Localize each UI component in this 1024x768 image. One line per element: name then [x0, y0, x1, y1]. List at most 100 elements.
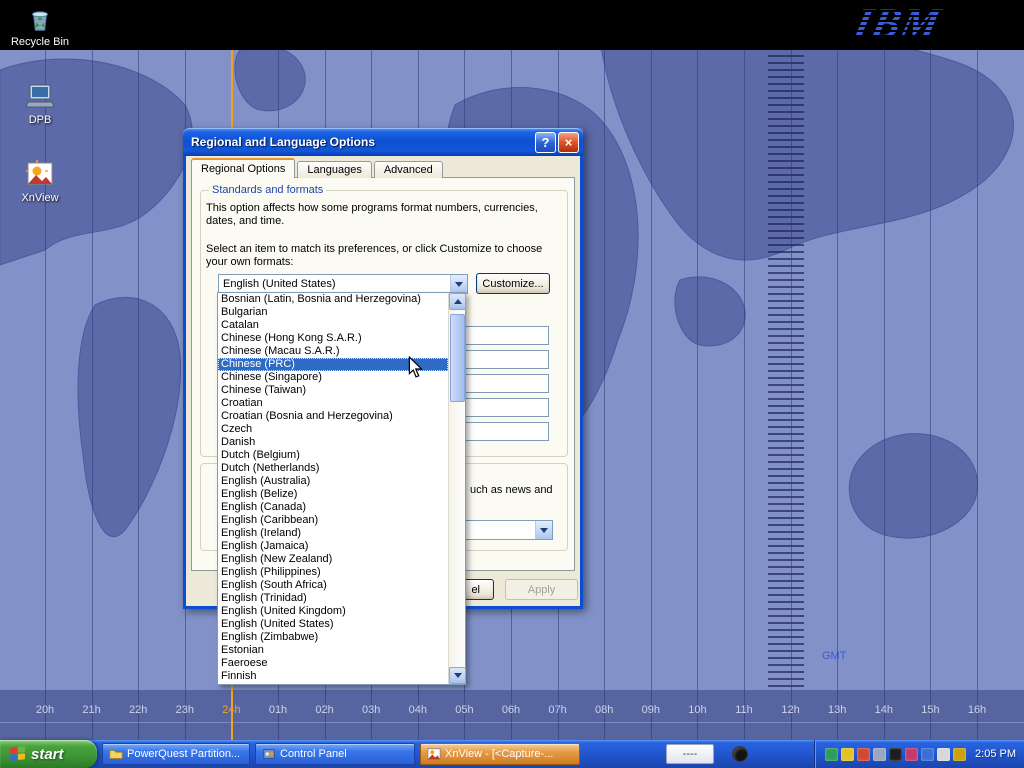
- language-option[interactable]: Dutch (Belgium): [218, 449, 448, 462]
- customize-button[interactable]: Customize...: [476, 273, 550, 294]
- ibm-logo-stripes: [824, 2, 964, 48]
- taskbar-clock[interactable]: 2:05 PM: [969, 748, 1016, 760]
- hour-label: 07h: [548, 704, 566, 716]
- language-option[interactable]: Estonian: [218, 644, 448, 657]
- hour-label: 15h: [921, 704, 939, 716]
- windows-logo-icon: [10, 746, 26, 762]
- scroll-down-button[interactable]: [449, 667, 466, 684]
- language-option[interactable]: Chinese (Hong Kong S.A.R.): [218, 332, 448, 345]
- language-option[interactable]: English (Trinidad): [218, 592, 448, 605]
- hour-label: 14h: [875, 704, 893, 716]
- language-option[interactable]: English (Zimbabwe): [218, 631, 448, 644]
- tray-icon[interactable]: [841, 748, 854, 761]
- timezone-line: [604, 50, 605, 740]
- hour-label: 02h: [315, 704, 333, 716]
- tray-icon[interactable]: [825, 748, 838, 761]
- tab-languages[interactable]: Languages: [297, 161, 371, 178]
- taskbar-separator-chip[interactable]: ----: [666, 744, 714, 764]
- language-option[interactable]: English (Ireland): [218, 527, 448, 540]
- timezone-line: [884, 50, 885, 740]
- list-scrollbar[interactable]: [448, 293, 465, 684]
- timezone-line: [651, 50, 652, 740]
- timezone-line: [930, 50, 931, 740]
- xnview-icon: [427, 747, 441, 761]
- language-option[interactable]: Bosnian (Latin, Bosnia and Herzegovina): [218, 293, 448, 306]
- language-option[interactable]: English (United Kingdom): [218, 605, 448, 618]
- xnview-icon: [24, 158, 56, 190]
- language-option[interactable]: Danish: [218, 436, 448, 449]
- tray-icon[interactable]: [889, 748, 902, 761]
- tab-regional-options[interactable]: Regional Options: [191, 158, 295, 178]
- hour-label: 13h: [828, 704, 846, 716]
- language-option[interactable]: Finnish: [218, 670, 448, 683]
- dialog-title: Regional and Language Options: [191, 135, 533, 149]
- timezone-line: [744, 50, 745, 740]
- language-option[interactable]: English (Australia): [218, 475, 448, 488]
- language-option[interactable]: English (United States): [218, 618, 448, 631]
- language-option[interactable]: Croatian: [218, 397, 448, 410]
- chevron-down-icon: [455, 282, 463, 287]
- language-option[interactable]: Dutch (Netherlands): [218, 462, 448, 475]
- taskbar-task-powerquest[interactable]: PowerQuest Partition...: [102, 743, 250, 765]
- start-button[interactable]: start: [0, 740, 97, 768]
- dialog-titlebar[interactable]: Regional and Language Options ? ×: [183, 128, 583, 156]
- timezone-line: [697, 50, 698, 740]
- help-button[interactable]: ?: [535, 132, 556, 153]
- language-option[interactable]: Croatian (Bosnia and Herzegovina): [218, 410, 448, 423]
- tray-icons: [825, 748, 969, 761]
- apply-button[interactable]: Apply: [505, 579, 578, 600]
- scrollbar-thumb[interactable]: [450, 314, 465, 402]
- taskbar-dark-icon[interactable]: [732, 746, 748, 762]
- system-tray: 2:05 PM: [814, 740, 1024, 768]
- desktop-icon-dpb[interactable]: DPB: [8, 80, 72, 126]
- language-option[interactable]: Czech: [218, 423, 448, 436]
- taskbar-task-xnview[interactable]: XnView - [<Capture-...: [420, 743, 580, 765]
- task-label: Control Panel: [280, 748, 347, 760]
- control-panel-icon: [262, 747, 276, 761]
- language-option[interactable]: English (South Africa): [218, 579, 448, 592]
- gmt-label: GMT: [822, 650, 846, 662]
- hour-label: 01h: [269, 704, 287, 716]
- tray-icon[interactable]: [921, 748, 934, 761]
- language-option[interactable]: English (New Zealand): [218, 553, 448, 566]
- timezone-line: [45, 50, 46, 740]
- hour-label: 06h: [502, 704, 520, 716]
- tray-icon[interactable]: [905, 748, 918, 761]
- hour-label: 04h: [409, 704, 427, 716]
- taskbar-task-control-panel[interactable]: Control Panel: [255, 743, 415, 765]
- language-option[interactable]: English (Caribbean): [218, 514, 448, 527]
- timezone-line: [977, 50, 978, 740]
- language-list: Bosnian (Latin, Bosnia and Herzegovina)B…: [218, 293, 448, 684]
- language-option[interactable]: Faeroese: [218, 657, 448, 670]
- tray-icon[interactable]: [953, 748, 966, 761]
- language-option[interactable]: English (Jamaica): [218, 540, 448, 553]
- hour-label: 16h: [968, 704, 986, 716]
- desktop: GMT IBM 20h21h22h23h24h01h02h03h04h05h06…: [0, 0, 1024, 768]
- standards-instruction: Select an item to match its preferences,…: [206, 243, 558, 269]
- hour-label: 03h: [362, 704, 380, 716]
- desktop-icon-xnview[interactable]: XnView: [8, 158, 72, 204]
- folder-icon: [109, 747, 123, 761]
- tray-icon[interactable]: [857, 748, 870, 761]
- hour-label: 23h: [176, 704, 194, 716]
- language-option[interactable]: Bulgarian: [218, 306, 448, 319]
- language-option[interactable]: English (Canada): [218, 501, 448, 514]
- scroll-up-button[interactable]: [449, 293, 466, 310]
- language-option[interactable]: Chinese (Taiwan): [218, 384, 448, 397]
- language-option[interactable]: English (Philippines): [218, 566, 448, 579]
- tab-advanced[interactable]: Advanced: [374, 161, 443, 178]
- combobox-dropdown-button[interactable]: [450, 275, 467, 293]
- language-dropdown-list[interactable]: Bosnian (Latin, Bosnia and Herzegovina)B…: [217, 292, 466, 685]
- combobox-dropdown-button[interactable]: [535, 521, 552, 539]
- chevron-up-icon: [454, 299, 462, 304]
- timezone-line: [791, 50, 792, 740]
- tray-icon[interactable]: [873, 748, 886, 761]
- tray-icon[interactable]: [937, 748, 950, 761]
- language-option[interactable]: English (Belize): [218, 488, 448, 501]
- close-button[interactable]: ×: [558, 132, 579, 153]
- hour-label: 09h: [642, 704, 660, 716]
- language-option[interactable]: Catalan: [218, 319, 448, 332]
- desktop-icon-recycle-bin[interactable]: Recycle Bin: [8, 4, 72, 48]
- format-combobox[interactable]: English (United States): [218, 274, 468, 294]
- desktop-icon-label: DPB: [8, 114, 72, 126]
